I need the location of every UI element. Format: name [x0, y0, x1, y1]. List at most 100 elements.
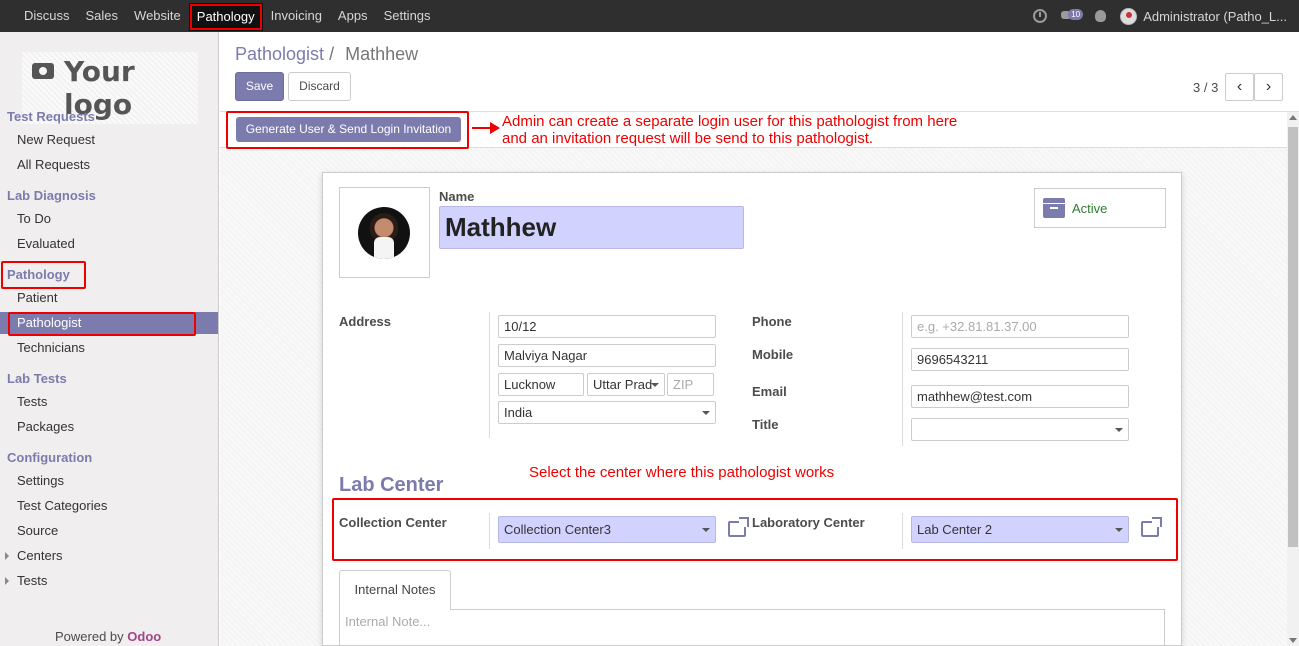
- sidebar-item-technicians[interactable]: Technicians: [0, 337, 218, 359]
- chevron-down-icon: [702, 528, 710, 532]
- sidebar-item-tests[interactable]: Tests: [0, 391, 218, 413]
- highlight-generate-button: [226, 111, 469, 149]
- city-input[interactable]: Lucknow: [498, 373, 584, 396]
- sidebar-item-evaluated[interactable]: Evaluated: [0, 233, 218, 255]
- sidebar-section-configuration[interactable]: Configuration: [7, 450, 92, 465]
- user-menu[interactable]: Administrator (Patho_L...: [1120, 7, 1287, 25]
- email-label: Email: [752, 384, 787, 399]
- phone-input[interactable]: e.g. +32.81.81.37.00: [911, 315, 1129, 338]
- phone-label: Phone: [752, 314, 792, 329]
- menu-invoicing[interactable]: Invoicing: [263, 0, 330, 32]
- sidebar-item-settings[interactable]: Settings: [0, 470, 218, 492]
- sidebar-item-config-tests-label: Tests: [17, 573, 48, 588]
- chevron-down-icon: [651, 383, 659, 387]
- address-divider: [489, 312, 490, 438]
- pager-previous-button[interactable]: ‹: [1225, 73, 1254, 101]
- breadcrumb-current: Mathhew: [345, 44, 419, 64]
- external-link-icon[interactable]: [728, 517, 749, 537]
- name-label: Name: [439, 189, 475, 204]
- discard-button[interactable]: Discard: [288, 72, 351, 101]
- address-label: Address: [339, 314, 392, 329]
- laboratory-center-value: Lab Center 2: [917, 522, 993, 537]
- sidebar-item-new-request[interactable]: New Request: [0, 129, 218, 151]
- sidebar-item-packages[interactable]: Packages: [0, 416, 218, 438]
- scrollbar-thumb[interactable]: [1288, 127, 1298, 547]
- powered-by: Powered by Odoo: [55, 629, 161, 644]
- activity-clock-icon[interactable]: [1033, 9, 1048, 23]
- mobile-label: Mobile: [752, 347, 794, 362]
- control-panel: Pathologist / Mathhew Save Discard 3 / 3…: [220, 32, 1299, 112]
- breadcrumb-separator: /: [329, 44, 335, 64]
- collection-divider: [489, 513, 490, 549]
- email-input[interactable]: mathhew@test.com: [911, 385, 1129, 408]
- menu-settings[interactable]: Settings: [376, 0, 439, 32]
- annotation-note-1-line-1: Admin can create a separate login user f…: [502, 113, 958, 130]
- pager-next-button[interactable]: ›: [1254, 73, 1283, 101]
- mobile-input[interactable]: 9696543211: [911, 348, 1129, 371]
- collection-center-select[interactable]: Collection Center3: [498, 516, 716, 543]
- collection-center-value: Collection Center3: [504, 522, 611, 537]
- expand-caret-icon: [5, 577, 9, 585]
- laboratory-center-select[interactable]: Lab Center 2: [911, 516, 1129, 543]
- sidebar-item-all-requests[interactable]: All Requests: [0, 154, 218, 176]
- title-select[interactable]: [911, 418, 1129, 441]
- sidebar-item-test-categories[interactable]: Test Categories: [0, 495, 218, 517]
- menu-sales[interactable]: Sales: [78, 0, 127, 32]
- title-label: Title: [752, 417, 779, 432]
- messages-icon[interactable]: 10: [1061, 9, 1084, 22]
- zip-input[interactable]: ZIP: [667, 373, 714, 396]
- scroll-up-arrow-icon[interactable]: [1289, 115, 1297, 120]
- menu-apps[interactable]: Apps: [330, 0, 376, 32]
- odoo-link[interactable]: Odoo: [127, 629, 161, 644]
- chevron-down-icon: [1115, 528, 1123, 532]
- annotation-note-2: Select the center where this pathologist…: [529, 464, 835, 481]
- contact-divider: [902, 312, 903, 446]
- sidebar-section-lab-tests[interactable]: Lab Tests: [7, 371, 67, 386]
- state-select-value: Uttar Prad: [593, 377, 653, 392]
- sidebar-section-test-requests[interactable]: Test Requests: [7, 109, 95, 124]
- annotation-arrow: [472, 122, 500, 134]
- tab-internal-notes[interactable]: Internal Notes: [339, 570, 451, 610]
- avatar-image: [358, 207, 410, 259]
- sidebar-item-centers[interactable]: Centers: [0, 545, 218, 567]
- breadcrumb-pathologist[interactable]: Pathologist: [235, 44, 324, 64]
- expand-caret-icon: [5, 552, 9, 560]
- name-input[interactable]: Mathhew: [439, 206, 744, 249]
- sidebar-item-config-tests[interactable]: Tests: [0, 570, 218, 592]
- sidebar-item-source[interactable]: Source: [0, 520, 218, 542]
- camera-icon: [32, 63, 54, 79]
- state-select[interactable]: Uttar Prad: [587, 373, 665, 396]
- active-label: Active: [1072, 201, 1108, 216]
- pathologist-photo[interactable]: [339, 187, 430, 278]
- user-avatar: [1120, 7, 1138, 25]
- sidebar: Your logo Test Requests New Request All …: [0, 32, 219, 646]
- annotation-note-1: Admin can create a separate login user f…: [502, 113, 957, 147]
- laboratory-center-label: Laboratory Center: [752, 515, 865, 530]
- active-toggle-button[interactable]: Active: [1034, 188, 1166, 228]
- sidebar-section-lab-diagnosis[interactable]: Lab Diagnosis: [7, 188, 96, 203]
- street2-input[interactable]: Malviya Nagar: [498, 344, 716, 367]
- messages-count-badge: 10: [1068, 9, 1084, 20]
- sidebar-item-to-do[interactable]: To Do: [0, 208, 218, 230]
- form-scrollbar[interactable]: [1287, 112, 1299, 646]
- internal-note-textarea[interactable]: Internal Note...: [339, 610, 1165, 646]
- save-button[interactable]: Save: [235, 72, 284, 101]
- app-menu: Discuss Sales Website Pathology Invoicin…: [0, 0, 439, 32]
- external-link-icon[interactable]: [1141, 517, 1162, 537]
- systray: 10 Administrator (Patho_L...: [1033, 0, 1287, 32]
- street-input[interactable]: 10/12: [498, 315, 716, 338]
- lab-center-heading: Lab Center: [339, 474, 444, 496]
- menu-pathology[interactable]: Pathology: [188, 2, 263, 31]
- country-select[interactable]: India: [498, 401, 716, 424]
- collection-center-label: Collection Center: [339, 515, 447, 530]
- highlight-pathologist-item: [8, 312, 196, 336]
- sidebar-item-patient[interactable]: Patient: [0, 287, 218, 309]
- chevron-down-icon: [1115, 428, 1123, 432]
- menu-discuss[interactable]: Discuss: [0, 0, 78, 32]
- debug-bug-icon[interactable]: [1095, 10, 1107, 22]
- scroll-down-arrow-icon[interactable]: [1289, 638, 1297, 643]
- highlight-pathology-section: [1, 261, 86, 289]
- pager-value: 3 / 3: [1193, 80, 1219, 95]
- menu-website[interactable]: Website: [126, 0, 189, 32]
- annotation-note-1-line-2: and an invitation request will be send t…: [502, 130, 874, 147]
